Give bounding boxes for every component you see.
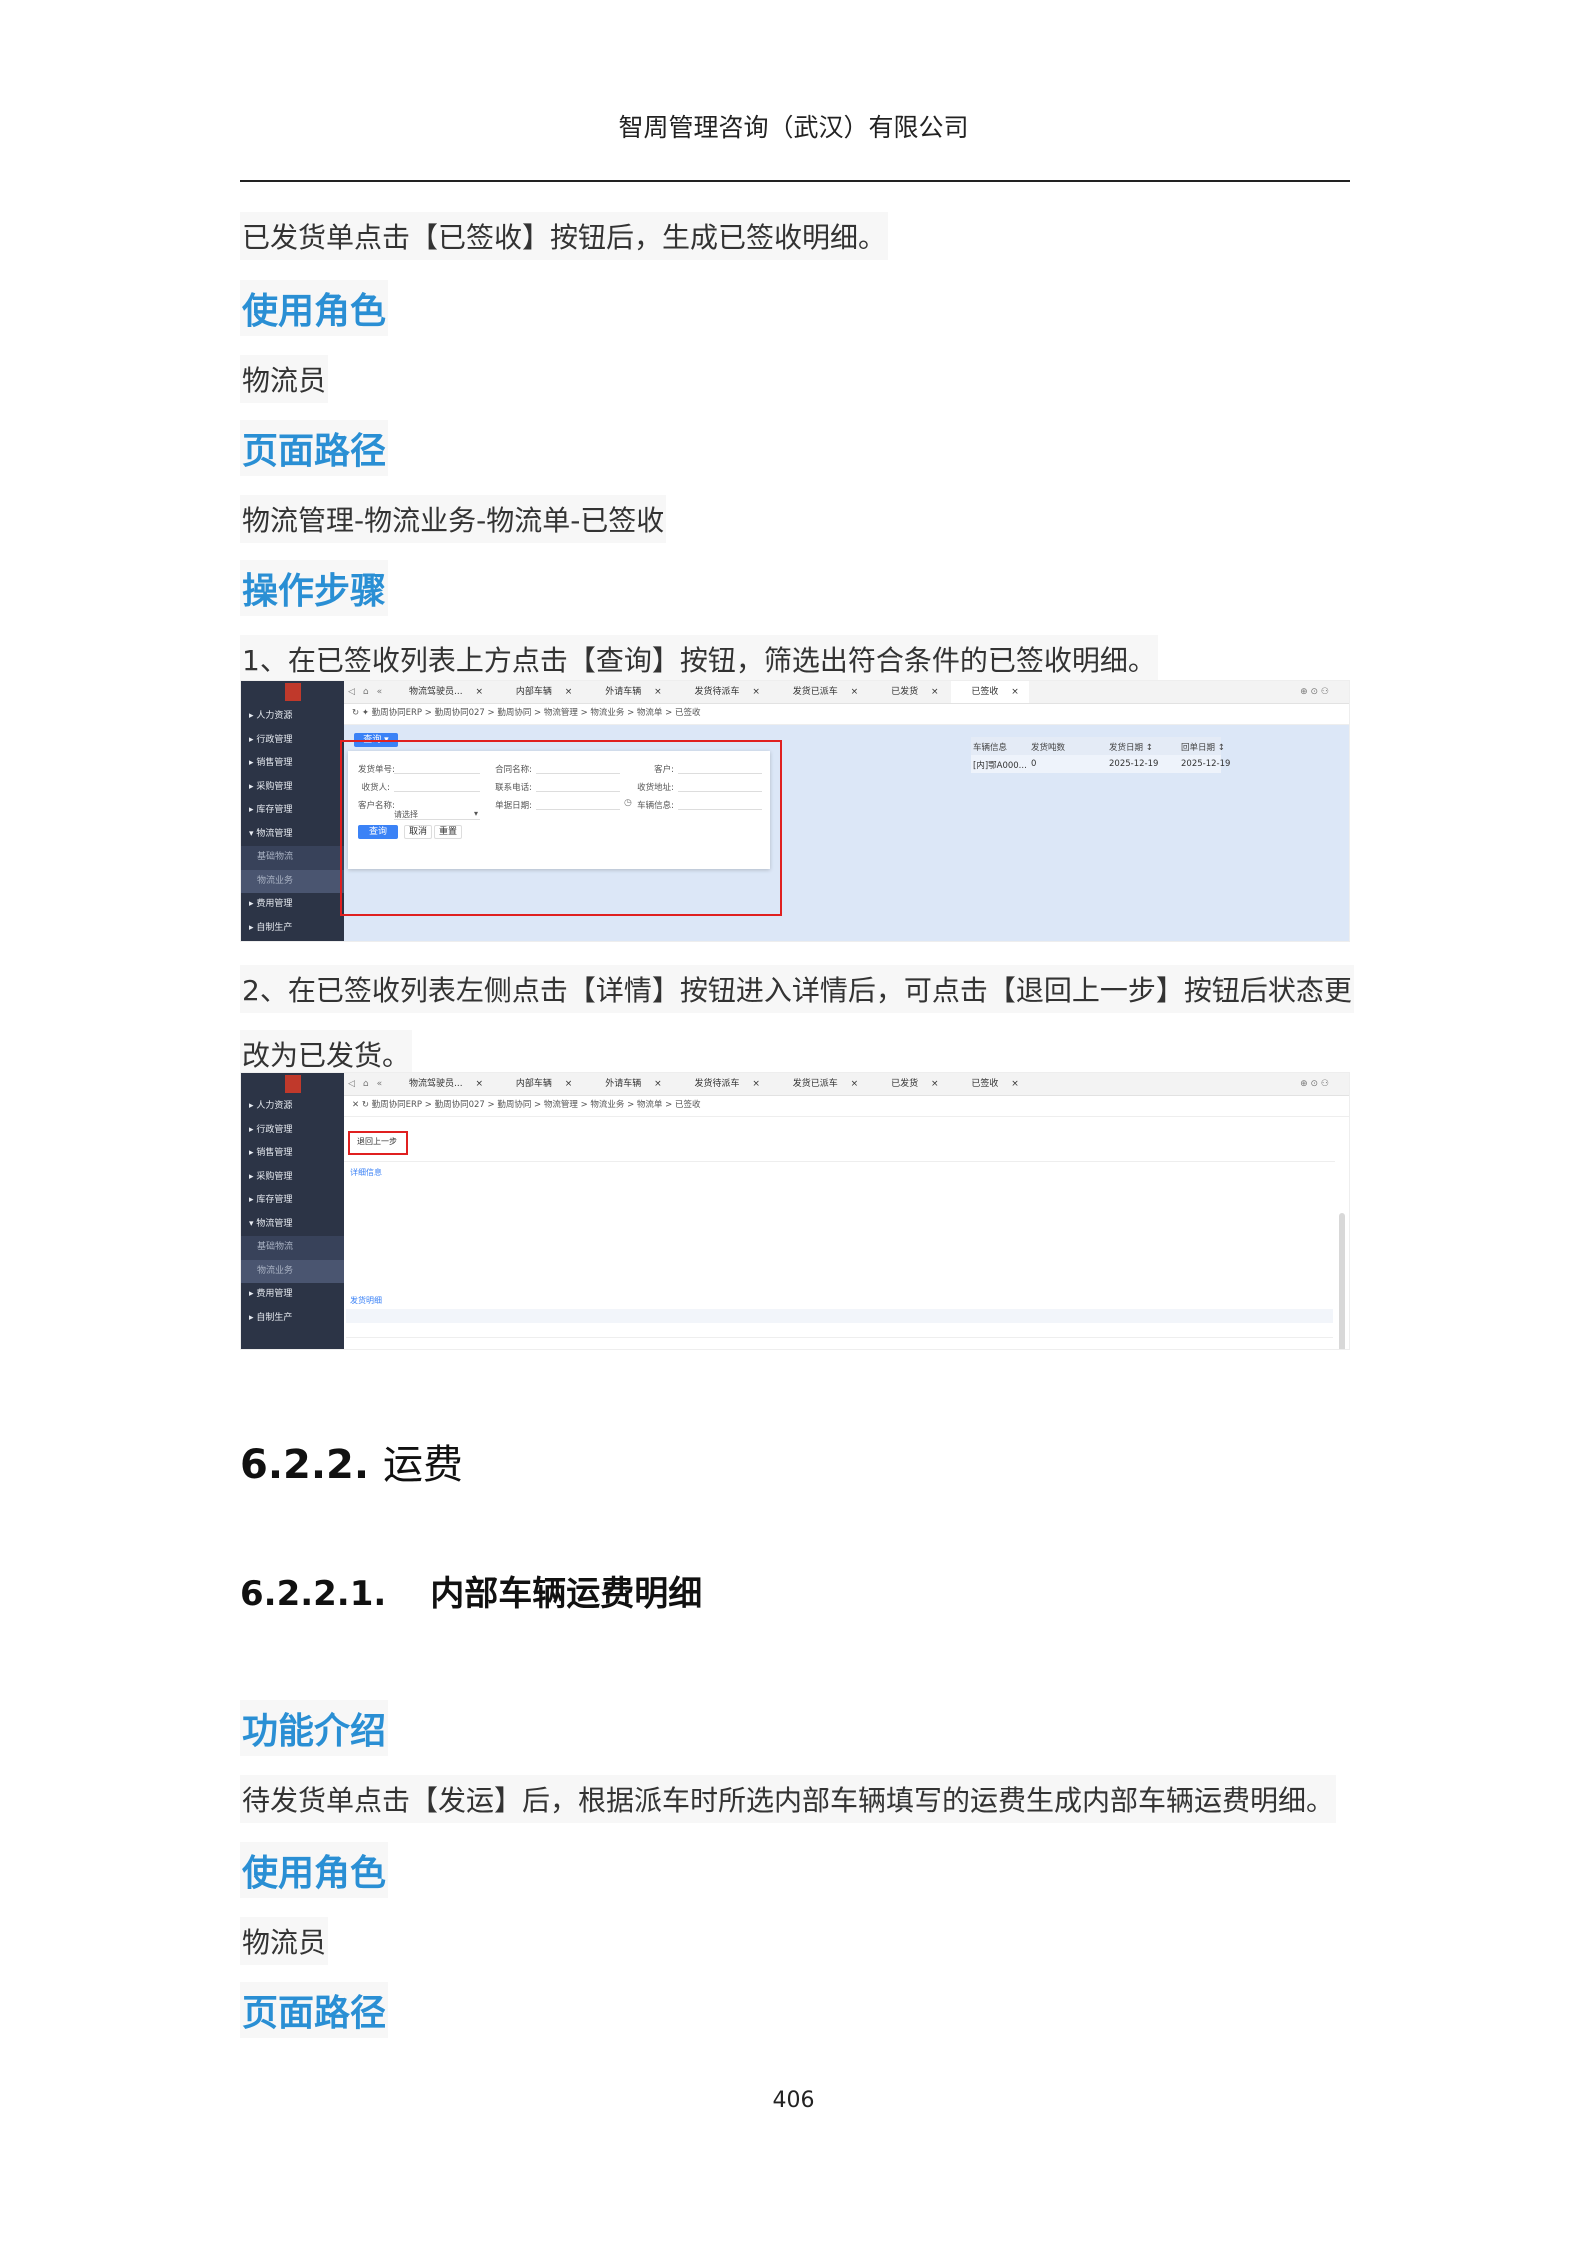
sidebar-item[interactable]: ▸ 人力资源 — [241, 1095, 344, 1119]
tab[interactable]: 发货待派车 × — [675, 1073, 770, 1095]
sidebar-item[interactable]: ▸ 库存管理 — [241, 799, 344, 823]
sidebar-item[interactable]: ▸ 自制生产 — [241, 1307, 344, 1331]
tab-active[interactable]: 已签收 × — [951, 681, 1029, 703]
sidebar-item[interactable]: ▸ 费用管理 — [241, 1283, 344, 1307]
tab-bar: ◁ ⌂ « 物流驾驶员... × 内部车辆 × 外请车辆 × 发货待派车 × 发货已… — [344, 1073, 1349, 1096]
tab[interactable]: 外请车辆 × — [585, 1073, 671, 1095]
double-left-icon[interactable]: « — [373, 1073, 387, 1095]
sidebar-item[interactable]: ▸ 自制生产 — [241, 917, 344, 941]
highlight-box — [340, 740, 782, 916]
breadcrumb: ↻ ✦ 勤周协同ERP > 勤周协同027 > 勤周协同 > 物流管理 > 物流… — [344, 703, 1349, 725]
breadcrumb: ✕ ↻ 勤周协同ERP > 勤周协同027 > 勤周协同 > 物流管理 > 物流… — [344, 1095, 1349, 1117]
header-rule — [240, 180, 1350, 182]
sidebar-subitem[interactable]: 物流业务 — [241, 1259, 344, 1283]
sidebar: ▸ 人力资源 ▸ 行政管理 ▸ 销售管理 ▸ 采购管理 ▸ 库存管理 ▾ 物流管… — [241, 1073, 344, 1349]
app-logo — [284, 683, 301, 701]
toolbar-icons[interactable]: ⊕ ⊙ ⚇ — [1290, 1073, 1339, 1095]
path-heading: 页面路径 — [240, 420, 389, 476]
steps-heading: 操作步骤 — [240, 560, 389, 616]
function-text: 待发货单点击【发运】后，根据派车时所选内部车辆填写的运费生成内部车辆运费明细。 — [240, 1775, 1337, 1823]
role-text-2: 物流员 — [240, 1917, 329, 1965]
sidebar-item[interactable]: ▸ 采购管理 — [241, 776, 344, 800]
section-label: 发货明细 — [350, 1296, 382, 1305]
tab[interactable]: 物流驾驶员... × — [389, 681, 493, 703]
screenshot-signed-list: ▸ 人力资源 ▸ 行政管理 ▸ 销售管理 ▸ 采购管理 ▸ 库存管理 ▾ 物流管… — [240, 680, 1350, 942]
sidebar: ▸ 人力资源 ▸ 行政管理 ▸ 销售管理 ▸ 采购管理 ▸ 库存管理 ▾ 物流管… — [241, 681, 344, 941]
tab[interactable]: 已发货 × — [871, 1073, 948, 1095]
tab[interactable]: 已发货 × — [871, 681, 948, 703]
path-heading-2: 页面路径 — [240, 1982, 389, 2038]
step1-text: 1、在已签收列表上方点击【查询】按钮，筛选出符合条件的已签收明细。 — [240, 635, 1158, 683]
divider — [344, 1161, 1335, 1162]
tab[interactable]: 物流驾驶员... × — [389, 1073, 493, 1095]
sidebar-item[interactable]: ▸ 销售管理 — [241, 752, 344, 776]
back-icon[interactable]: ◁ — [344, 681, 359, 703]
step-back-button[interactable]: 退回上一步 — [352, 1136, 402, 1148]
screenshot-detail-view: ▸ 人力资源 ▸ 行政管理 ▸ 销售管理 ▸ 采购管理 ▸ 库存管理 ▾ 物流管… — [240, 1072, 1350, 1350]
toolbar-icons[interactable]: ⊕ ⊙ ⚇ — [1290, 681, 1339, 703]
sidebar-item[interactable]: ▸ 采购管理 — [241, 1166, 344, 1190]
table-cell: 2025-12-19 — [1109, 759, 1159, 769]
section-622-heading: 6.2.2. 运费 — [240, 1442, 464, 1488]
table-header-cell[interactable]: 回单日期 ↕ — [1181, 741, 1225, 753]
table-cell: [内]鄂A000... — [973, 761, 1027, 771]
detail-table-row[interactable] — [346, 1323, 1333, 1338]
tab[interactable]: 发货已派车 × — [773, 1073, 868, 1095]
sidebar-item[interactable]: ▸ 人力资源 — [241, 705, 344, 729]
table-cell: 0 — [1031, 759, 1037, 769]
detail-table-header — [346, 1309, 1333, 1323]
sidebar-item[interactable]: ▸ 行政管理 — [241, 1119, 344, 1143]
table-header-cell: 发货吨数 — [1031, 743, 1066, 753]
step2-text-line1: 2、在已签收列表左侧点击【详情】按钮进入详情后，可点击【退回上一步】按钮后状态更 — [240, 965, 1354, 1013]
tab[interactable]: 内部车辆 × — [496, 681, 582, 703]
sidebar-item[interactable]: ▸ 销售管理 — [241, 1142, 344, 1166]
sidebar-item[interactable]: ▾ 物流管理 — [241, 823, 344, 847]
tab[interactable]: 已签收 × — [951, 1073, 1028, 1095]
home-icon[interactable]: ⌂ — [359, 1073, 373, 1095]
section-label: 详细信息 — [350, 1168, 382, 1177]
back-icon[interactable]: ◁ — [344, 1073, 359, 1095]
path-text: 物流管理-物流业务-物流单-已签收 — [240, 495, 667, 543]
sidebar-subitem[interactable]: 基础物流 — [241, 846, 344, 870]
role-text: 物流员 — [240, 355, 329, 403]
tab-bar: ◁ ⌂ « 物流驾驶员... × 内部车辆 × 外请车辆 × 发货待派车 × 发货已… — [344, 681, 1349, 704]
table-header: 车辆信息 发货吨数 发货日期 ↕ 回单日期 ↕ — [971, 737, 1225, 755]
sidebar-item[interactable]: ▸ 库存管理 — [241, 1189, 344, 1213]
tab[interactable]: 内部车辆 × — [496, 1073, 582, 1095]
section-6221-heading: 6.2.2.1. 内部车辆运费明细 — [240, 1574, 703, 1614]
sidebar-subitem[interactable]: 基础物流 — [241, 1236, 344, 1260]
table-header-cell[interactable]: 发货日期 ↕ — [1109, 741, 1153, 753]
content-area: 车辆信息 发货吨数 发货日期 ↕ 回单日期 ↕ [内]鄂A000... 0 20… — [340, 725, 1349, 941]
intro-text: 已发货单点击【已签收】按钮后，生成已签收明细。 — [240, 212, 889, 260]
app-logo — [284, 1075, 301, 1093]
detail-content: 退回上一步 详细信息 发货明细 辅助数据 — [344, 1117, 1349, 1349]
tab[interactable]: 发货待派车 × — [675, 681, 770, 703]
role-heading: 使用角色 — [240, 280, 389, 336]
sidebar-item[interactable]: ▾ 物流管理 — [241, 1213, 344, 1237]
scrollbar[interactable] — [1339, 1213, 1345, 1349]
function-heading: 功能介绍 — [240, 1700, 389, 1756]
tab[interactable]: 发货已派车 × — [773, 681, 868, 703]
step2-text-line2: 改为已发货。 — [240, 1030, 413, 1078]
sidebar-subitem[interactable]: 物流业务 — [241, 869, 344, 893]
table-cell: 2025-12-19 — [1181, 759, 1231, 769]
tab[interactable]: 外请车辆 × — [585, 681, 671, 703]
role-heading-2: 使用角色 — [240, 1842, 389, 1898]
page-number: 406 — [772, 2088, 815, 2113]
table-row[interactable]: [内]鄂A000... 0 2025-12-19 2025-12-19 — [971, 755, 1230, 773]
sidebar-item[interactable]: ▸ 行政管理 — [241, 729, 344, 753]
table-header-cell: 车辆信息 — [973, 743, 1008, 753]
page-header: 智周管理咨询（武汉）有限公司 — [618, 113, 969, 142]
sidebar-item[interactable]: ▸ 费用管理 — [241, 893, 344, 917]
home-icon[interactable]: ⌂ — [359, 681, 373, 703]
double-left-icon[interactable]: « — [373, 681, 387, 703]
